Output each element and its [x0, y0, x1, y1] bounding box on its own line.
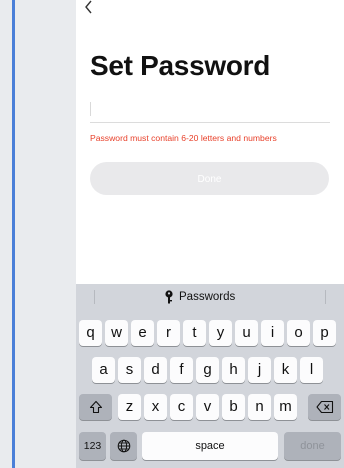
key-k[interactable]: k	[274, 357, 297, 383]
key-l[interactable]: l	[300, 357, 323, 383]
key-j[interactable]: j	[248, 357, 271, 383]
key-z[interactable]: z	[118, 394, 141, 420]
key-h[interactable]: h	[222, 357, 245, 383]
key-icon	[165, 290, 173, 304]
globe-icon	[117, 439, 130, 453]
key-g[interactable]: g	[196, 357, 219, 383]
key-w[interactable]: w	[105, 320, 128, 346]
keyboard-done-key[interactable]: done	[284, 432, 341, 460]
text-caret	[90, 102, 91, 116]
key-m[interactable]: m	[274, 394, 297, 420]
password-input[interactable]	[90, 96, 330, 123]
key-f[interactable]: f	[170, 357, 193, 383]
phone-screen: Set Password Password must contain 6-20 …	[76, 0, 344, 468]
key-i[interactable]: i	[261, 320, 284, 346]
left-accent-rule	[12, 0, 15, 468]
key-d[interactable]: d	[144, 357, 167, 383]
key-x[interactable]: x	[144, 394, 167, 420]
key-a[interactable]: a	[92, 357, 115, 383]
shift-icon	[89, 400, 102, 414]
backspace-key[interactable]	[308, 394, 341, 420]
ios-keyboard: Passwords q w e r t y u i o p a s d f g …	[76, 284, 344, 468]
screenshot-frame: Set Password Password must contain 6-20 …	[0, 0, 344, 468]
done-button[interactable]: Done	[90, 162, 329, 195]
key-s[interactable]: s	[118, 357, 141, 383]
key-r[interactable]: r	[157, 320, 180, 346]
key-q[interactable]: q	[79, 320, 102, 346]
suggestion-divider	[94, 290, 95, 304]
key-n[interactable]: n	[248, 394, 271, 420]
space-key[interactable]: space	[142, 432, 278, 460]
passwords-suggestion[interactable]: Passwords	[164, 289, 235, 305]
key-c[interactable]: c	[170, 394, 193, 420]
page-title: Set Password	[90, 50, 271, 81]
key-e[interactable]: e	[131, 320, 154, 346]
key-v[interactable]: v	[196, 394, 219, 420]
key-y[interactable]: y	[209, 320, 232, 346]
shift-key[interactable]	[79, 394, 112, 420]
key-b[interactable]: b	[222, 394, 245, 420]
suggestion-divider	[325, 290, 326, 304]
key-t[interactable]: t	[183, 320, 206, 346]
globe-key[interactable]	[110, 432, 137, 460]
key-p[interactable]: p	[313, 320, 336, 346]
key-u[interactable]: u	[235, 320, 258, 346]
chevron-left-icon[interactable]	[84, 0, 98, 16]
backspace-icon	[315, 400, 333, 414]
passwords-label: Passwords	[179, 291, 236, 303]
key-o[interactable]: o	[287, 320, 310, 346]
password-error-message: Password must contain 6-20 letters and n…	[90, 133, 277, 143]
numbers-key[interactable]: 123	[79, 432, 106, 460]
suggestion-bar: Passwords	[76, 284, 344, 310]
chevron-left-glyph	[85, 0, 92, 14]
